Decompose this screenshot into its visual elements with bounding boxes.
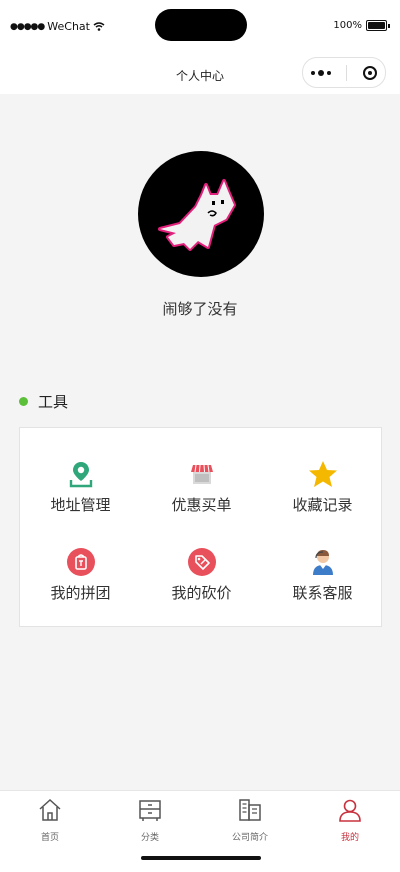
tools-section-header: 工具 <box>19 391 68 412</box>
avatar[interactable] <box>138 151 264 277</box>
tab-company-profile[interactable]: 公司简介 <box>200 797 300 843</box>
tool-label: 地址管理 <box>50 496 111 514</box>
home-indicator <box>141 856 261 860</box>
company-icon <box>239 799 261 821</box>
more-options-icon[interactable] <box>310 69 331 76</box>
battery-indicator: 100% <box>333 20 390 31</box>
tab-mine[interactable]: 我的 <box>300 797 400 843</box>
username: 闹够了没有 <box>162 300 238 318</box>
tool-discount-checkout[interactable]: 优惠买单 <box>141 458 262 515</box>
tab-label: 首页 <box>40 833 59 843</box>
tab-label: 我的 <box>340 833 359 843</box>
tools-section-title: 工具 <box>38 393 69 411</box>
shop-icon <box>186 458 218 490</box>
carrier-name: WeChat <box>47 20 90 33</box>
location-icon <box>65 458 97 490</box>
category-icon <box>139 800 161 821</box>
close-miniprogram-icon[interactable] <box>363 65 378 80</box>
battery-percent: 100% <box>333 20 362 31</box>
nav-bar: 个人中心 <box>0 54 400 94</box>
tool-customer-service[interactable]: 联系客服 <box>262 546 383 603</box>
tab-label: 分类 <box>140 833 159 843</box>
tool-label: 收藏记录 <box>292 496 353 514</box>
battery-icon <box>366 20 387 31</box>
wifi-icon <box>93 22 105 31</box>
tool-label: 我的拼团 <box>50 584 111 602</box>
tool-address-management[interactable]: 地址管理 <box>20 458 141 515</box>
tool-label: 联系客服 <box>292 584 353 602</box>
tools-card: 地址管理 优惠买单 收藏记录 我的拼团 我的砍价 联系客服 <box>19 427 382 627</box>
notch <box>155 9 247 41</box>
miniprogram-capsule <box>302 57 386 88</box>
bargain-tag-icon <box>186 546 218 578</box>
group-buy-icon <box>65 546 97 578</box>
tab-category[interactable]: 分类 <box>100 797 200 843</box>
user-icon <box>339 799 361 822</box>
tool-bargain[interactable]: 我的砍价 <box>141 546 262 603</box>
tool-label: 优惠买单 <box>171 496 232 514</box>
tab-home[interactable]: 首页 <box>0 797 100 843</box>
section-dot-icon <box>19 397 28 406</box>
star-icon <box>307 458 339 490</box>
tool-label: 我的砍价 <box>171 584 232 602</box>
home-icon <box>39 798 61 821</box>
tab-label: 公司简介 <box>231 833 268 843</box>
pixel-cat-ghost-image <box>158 179 236 251</box>
signal-icon: ●●●●● <box>10 21 45 32</box>
tool-favorites[interactable]: 收藏记录 <box>262 458 383 515</box>
tool-group-buy[interactable]: 我的拼团 <box>20 546 141 603</box>
status-bar: ●●●●● WeChat 100% <box>0 0 400 54</box>
customer-service-icon <box>307 546 339 578</box>
carrier-indicator: ●●●●● WeChat <box>10 20 105 33</box>
